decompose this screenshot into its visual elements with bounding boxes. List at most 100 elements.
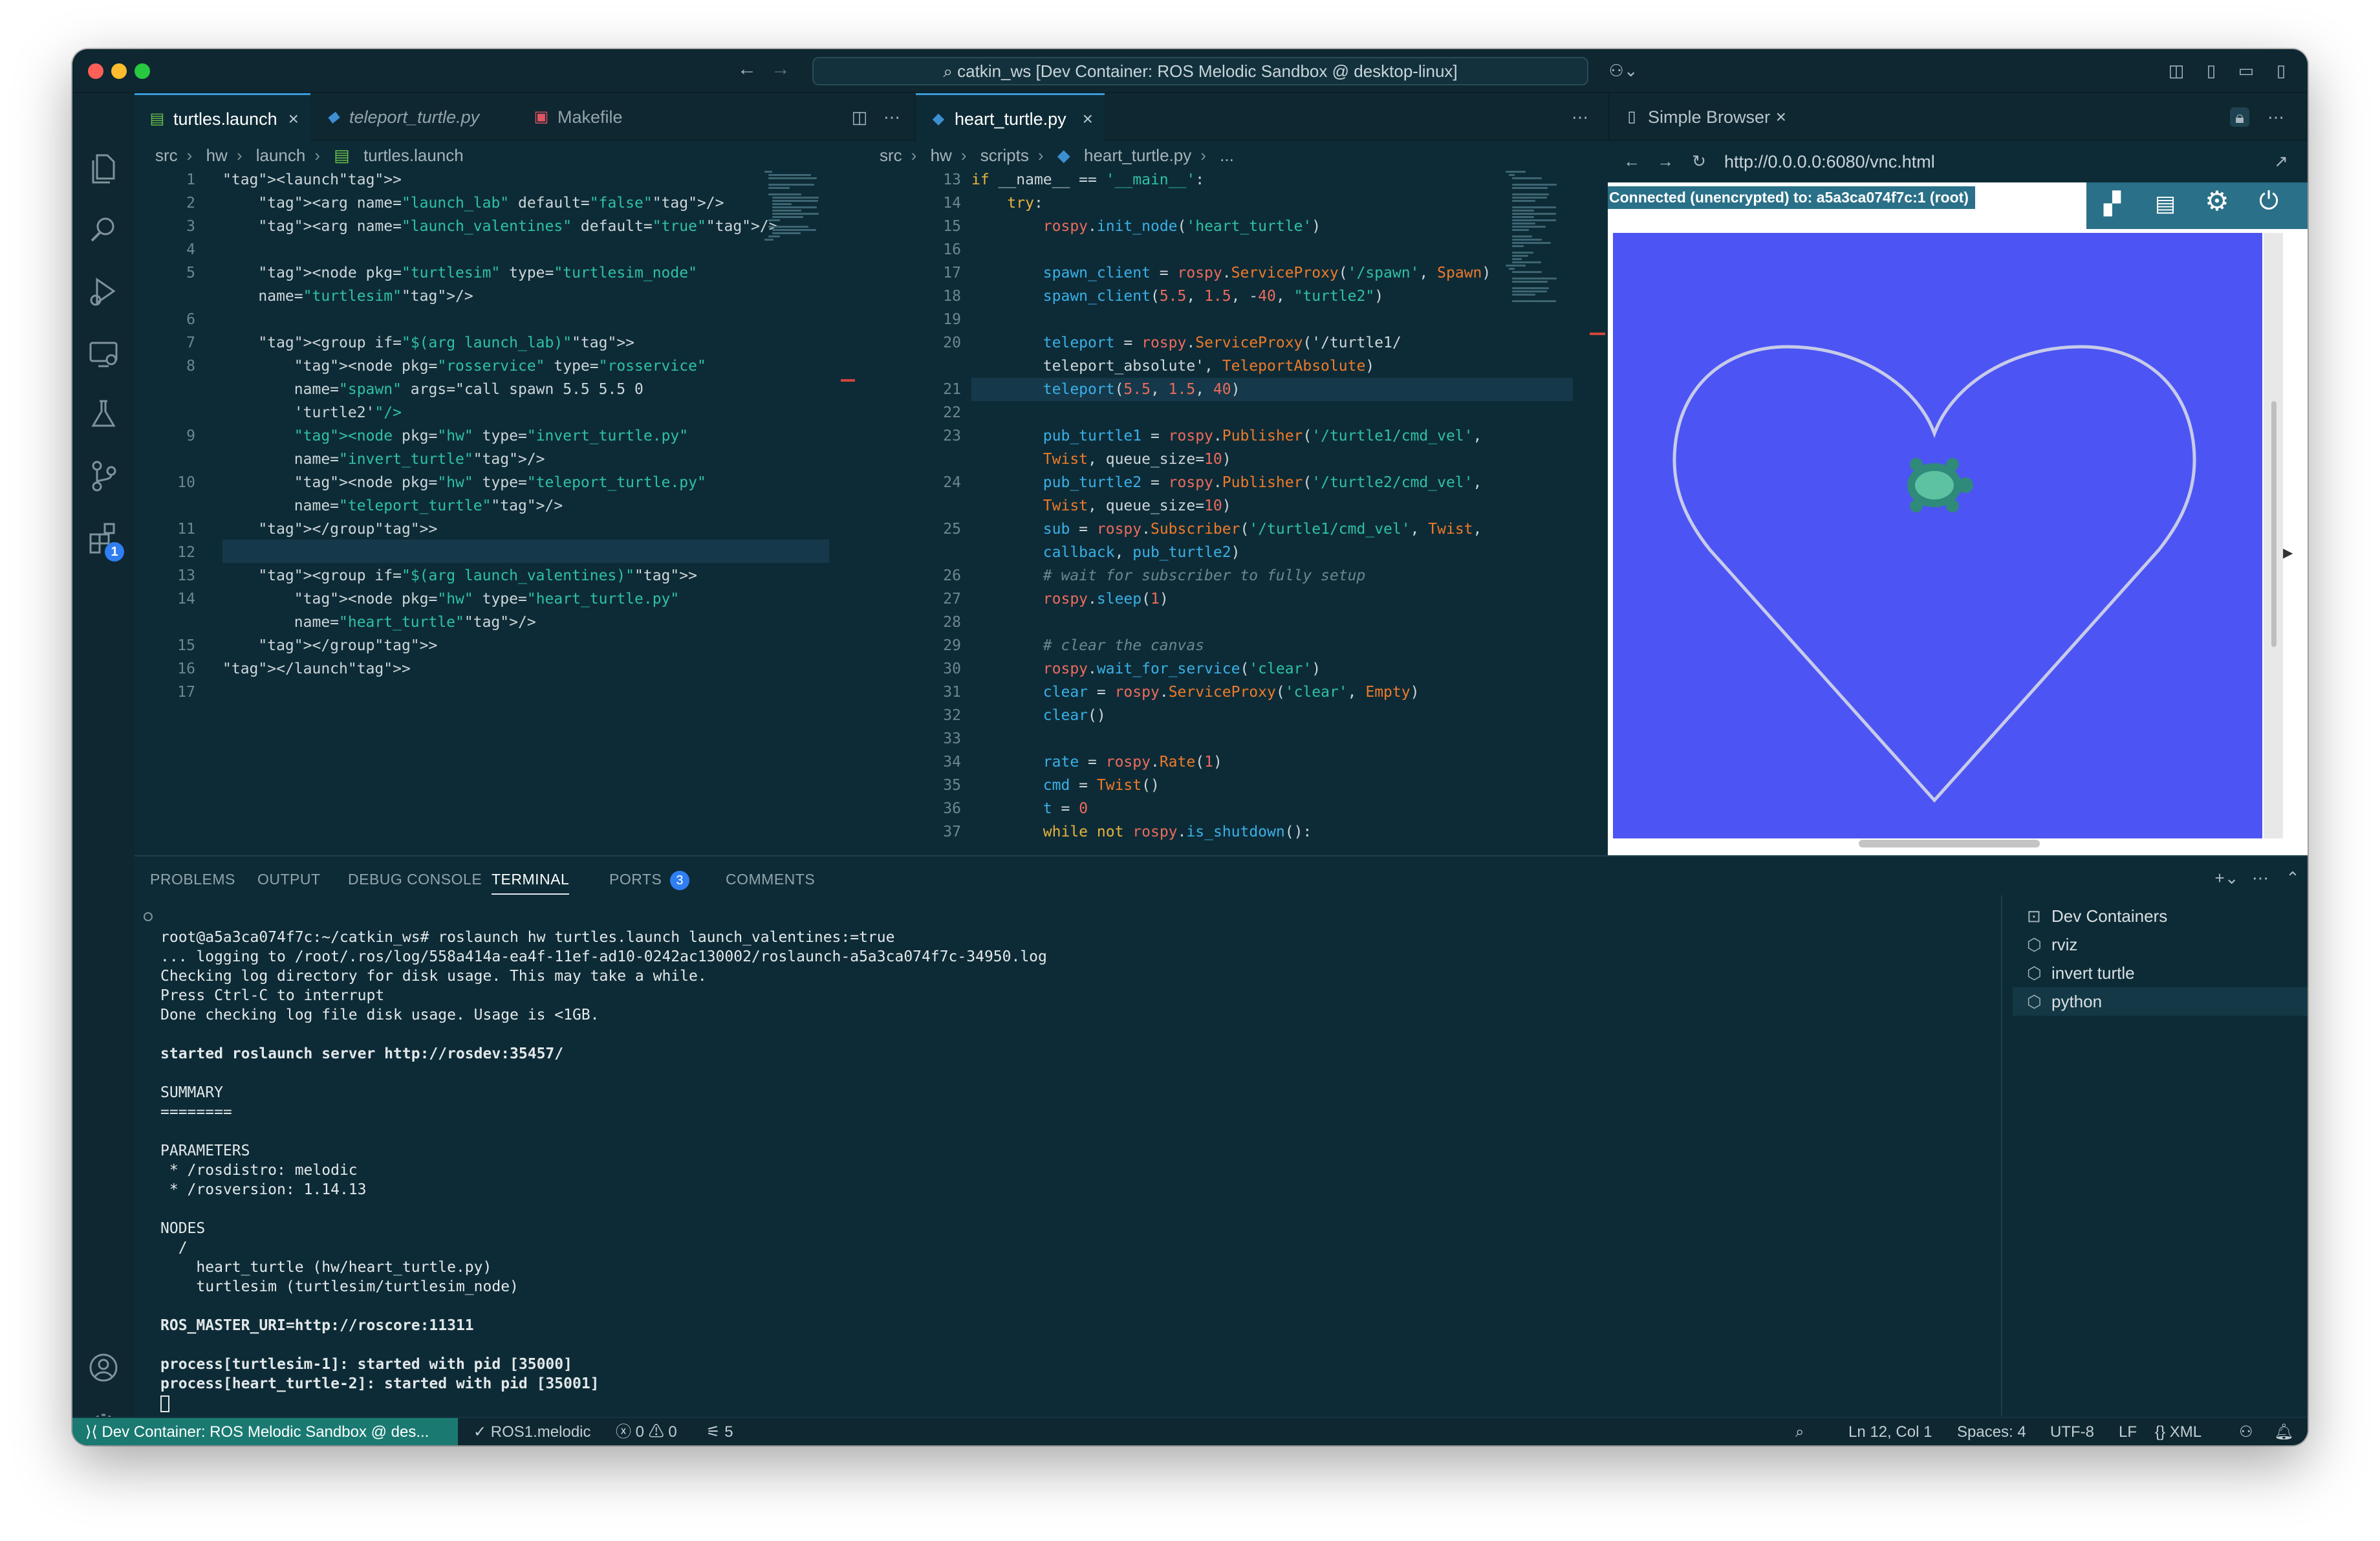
vnc-viewer[interactable]: Connected (unencrypted) to: a5a3ca074f7c… bbox=[1608, 182, 2308, 855]
extra-keys-icon[interactable]: ▞ bbox=[2099, 193, 2125, 215]
breadcrumb-item[interactable]: launch bbox=[256, 146, 306, 165]
forward-arrow-icon[interactable]: → bbox=[771, 58, 790, 80]
terminal-item-rviz[interactable]: ⬡ rviz bbox=[2013, 930, 2308, 959]
terminal-log-line: Checking log directory for disk usage. T… bbox=[160, 968, 707, 985]
breadcrumb-item[interactable]: src bbox=[155, 146, 178, 165]
breadcrumb-item[interactable]: heart_turtle.py bbox=[1084, 146, 1191, 165]
split-editor-icon[interactable]: ◫ bbox=[850, 107, 869, 127]
disconnect-icon[interactable]: ⏻ bbox=[2255, 189, 2283, 220]
browser-forward-icon[interactable]: → bbox=[1656, 151, 1675, 171]
zoom-icon[interactable]: ⌕ bbox=[1795, 1418, 1804, 1445]
code-editor-launch[interactable]: "tag"><launch"tag">> "tag"><arg name="la… bbox=[222, 168, 778, 681]
tab-comments[interactable]: COMMENTS bbox=[726, 871, 815, 888]
toggle-panel-icon[interactable]: ▭ bbox=[2236, 61, 2256, 80]
minimap[interactable] bbox=[1506, 169, 1557, 303]
terminal-output[interactable]: root@a5a3ca074f7c:~/catkin_ws# roslaunch… bbox=[160, 908, 1047, 1432]
ros-status[interactable]: ✓ ROS1.melodic bbox=[473, 1418, 591, 1445]
more-actions-icon[interactable]: ⋯ bbox=[882, 107, 902, 127]
encoding[interactable]: UTF-8 bbox=[2050, 1418, 2094, 1445]
new-terminal-icon[interactable]: +⌄ bbox=[2211, 868, 2243, 888]
scroll-thumb[interactable] bbox=[2271, 401, 2277, 647]
copilot-icon[interactable]: ⚇⌄ bbox=[1604, 61, 1643, 80]
tab-debug-console[interactable]: DEBUG CONSOLE bbox=[348, 871, 482, 888]
vertical-scrollbar[interactable] bbox=[2264, 233, 2283, 838]
minimap-line bbox=[772, 203, 792, 205]
tab-teleport-turtle[interactable]: ◆ teleport_turtle.py bbox=[310, 93, 519, 141]
tab-ports[interactable]: PORTS 3 bbox=[609, 871, 690, 890]
close-tab-icon[interactable]: × bbox=[288, 95, 299, 143]
breadcrumb-item[interactable]: src bbox=[880, 146, 902, 165]
url-input[interactable]: http://0.0.0.0:6080/vnc.html bbox=[1724, 148, 2255, 176]
tab-simple-browser[interactable]: ▯ Simple Browser × bbox=[1609, 93, 1798, 141]
command-center[interactable]: ⌕ catkin_ws [Dev Container: ROS Melodic … bbox=[812, 57, 1588, 85]
terminal-item-python[interactable]: ⬡ python bbox=[2013, 987, 2308, 1016]
tab-turtles-launch[interactable]: ▤ turtles.launch × bbox=[135, 93, 310, 141]
back-arrow-icon[interactable]: ← bbox=[737, 58, 757, 80]
terminal-item-dev-containers[interactable]: ⊡ Dev Containers bbox=[2013, 902, 2308, 930]
python-file-icon: ◆ bbox=[932, 110, 945, 127]
remote-indicator[interactable]: ⟩⟨ Dev Container: ROS Melodic Sandbox @ … bbox=[72, 1418, 458, 1445]
testing-icon[interactable] bbox=[84, 395, 123, 433]
breadcrumb-item[interactable]: scripts bbox=[980, 146, 1029, 165]
tab-heart-turtle[interactable]: ◆ heart_turtle.py × bbox=[916, 93, 1105, 141]
tab-problems[interactable]: PROBLEMS bbox=[150, 871, 235, 888]
indentation[interactable]: Spaces: 4 bbox=[1957, 1418, 2026, 1445]
horizontal-scroll-thumb[interactable] bbox=[1859, 840, 2040, 847]
source-control-icon[interactable] bbox=[84, 457, 123, 496]
accounts-icon[interactable] bbox=[84, 1348, 123, 1387]
clipboard-icon[interactable]: ▤ bbox=[2152, 193, 2178, 215]
tab-terminal[interactable]: TERMINAL bbox=[492, 871, 570, 895]
explorer-icon[interactable] bbox=[84, 149, 123, 188]
toggle-primary-sidebar-icon[interactable]: ▯ bbox=[2202, 61, 2221, 80]
tab-output[interactable]: OUTPUT bbox=[257, 871, 321, 888]
maximize-panel-icon[interactable]: ⌃ bbox=[2283, 868, 2302, 888]
minimap-line bbox=[1511, 271, 1542, 273]
toggle-secondary-sidebar-icon[interactable]: ▯ bbox=[2271, 61, 2291, 80]
lock-icon[interactable]: 🔒︎ bbox=[2230, 107, 2249, 127]
remote-label: Dev Container: ROS Melodic Sandbox @ des… bbox=[102, 1423, 429, 1441]
copilot-status-icon[interactable]: ⚇ bbox=[2239, 1418, 2253, 1445]
minimap[interactable] bbox=[764, 169, 827, 245]
browser-back-icon[interactable]: ← bbox=[1622, 151, 1641, 171]
terminal-list-divider bbox=[2001, 895, 2002, 1415]
line-numbers: 1 2 3 4 5 6 7 8 9 10 11 12 13 14 15 16 1… bbox=[177, 171, 195, 701]
more-actions-icon[interactable]: ⋯ bbox=[1570, 107, 1590, 127]
tab-makefile[interactable]: ▣ Makefile bbox=[519, 93, 674, 141]
breadcrumb-item[interactable]: turtles.launch bbox=[363, 146, 464, 165]
reload-icon[interactable]: ↻ bbox=[1689, 151, 1709, 171]
check-icon: ✓ bbox=[473, 1423, 491, 1441]
settings-gear-icon[interactable]: ⚙ bbox=[2203, 188, 2231, 220]
breadcrumb-item[interactable]: hw bbox=[206, 146, 228, 165]
tab-ports-label: PORTS bbox=[609, 871, 662, 888]
zoom-window-button[interactable] bbox=[135, 63, 150, 79]
remote-explorer-icon[interactable] bbox=[84, 334, 123, 373]
breadcrumb-item[interactable]: hw bbox=[931, 146, 952, 165]
end-of-line[interactable]: LF bbox=[2119, 1418, 2137, 1445]
extensions-icon[interactable]: 1 bbox=[84, 518, 124, 562]
ports-status[interactable]: ⚟ 5 bbox=[706, 1418, 733, 1445]
search-icon[interactable] bbox=[84, 210, 123, 248]
language-mode[interactable]: {} XML bbox=[2155, 1418, 2202, 1445]
open-external-icon[interactable]: ↗ bbox=[2271, 151, 2291, 171]
close-tab-icon[interactable]: × bbox=[1776, 93, 1786, 141]
cube-icon: ⬡ bbox=[2027, 935, 2042, 954]
close-tab-icon[interactable]: × bbox=[1083, 95, 1093, 143]
ros-label: ROS1.melodic bbox=[490, 1423, 591, 1441]
problems-status[interactable]: ⓧ 0 ⚠ 0 bbox=[616, 1418, 677, 1445]
ports-badge: 3 bbox=[670, 871, 690, 890]
more-actions-icon[interactable]: ⋯ bbox=[2266, 107, 2286, 127]
breadcrumb-item[interactable]: ... bbox=[1220, 146, 1234, 165]
close-window-button[interactable] bbox=[88, 63, 103, 79]
line-numbers: 13 14 15 16 17 18 19 20 21 22 23 24 25 2… bbox=[943, 171, 961, 840]
code-editor-python[interactable]: if __name__ == '__main__': try: rospy.in… bbox=[971, 168, 1491, 854]
run-debug-icon[interactable] bbox=[84, 272, 123, 311]
terminal-item-invert-turtle[interactable]: ⬡ invert turtle bbox=[2013, 959, 2308, 987]
notifications-bell-icon[interactable]: 🔔︎ bbox=[2274, 1418, 2293, 1445]
turtlesim-canvas[interactable] bbox=[1613, 233, 2262, 838]
minimap-line bbox=[1506, 171, 1526, 173]
cursor-position[interactable]: Ln 12, Col 1 bbox=[1848, 1418, 1932, 1445]
minimize-window-button[interactable] bbox=[111, 63, 127, 79]
collapse-arrow-icon[interactable]: ▶ bbox=[2283, 545, 2293, 561]
more-actions-icon[interactable]: ⋯ bbox=[2251, 868, 2270, 888]
customize-layout-icon[interactable]: ◫ bbox=[2167, 61, 2186, 80]
